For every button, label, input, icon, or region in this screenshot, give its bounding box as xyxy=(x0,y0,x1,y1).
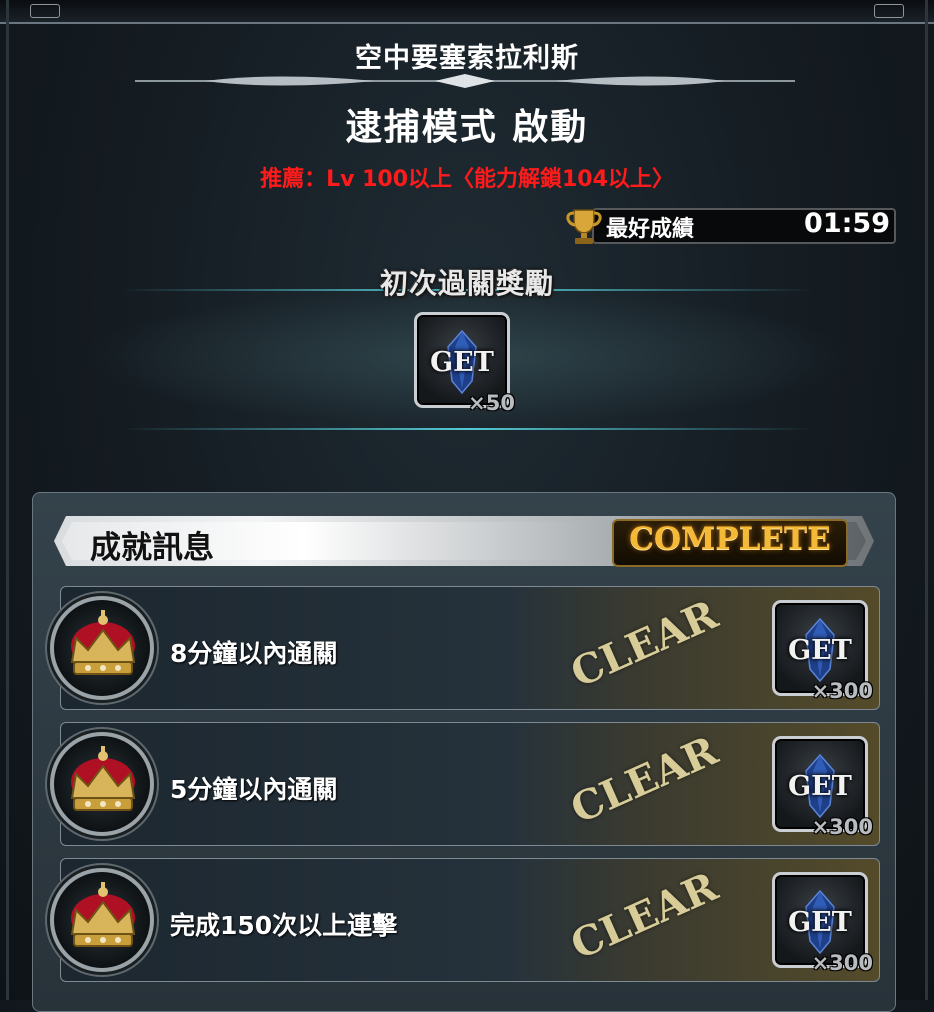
crown-icon xyxy=(70,882,136,947)
achievement-label: 5分鐘以內通關 xyxy=(170,775,338,804)
achievement-reward-tile[interactable]: GET ×300 xyxy=(772,736,873,839)
reward-get-text: GET xyxy=(430,347,494,378)
first-reward-tile[interactable]: GET ×50 xyxy=(414,312,515,415)
frame-ornament-right xyxy=(874,4,904,18)
frame-left-edge xyxy=(6,0,9,1000)
reward-quantity: ×300 xyxy=(811,679,873,703)
top-frame xyxy=(0,0,934,24)
trophy-icon xyxy=(566,209,602,244)
reward-get-text: GET xyxy=(788,771,852,802)
reward-get-text: GET xyxy=(788,907,852,938)
achievement-reward-tile[interactable]: GET ×300 xyxy=(772,872,873,975)
crown-medal xyxy=(50,596,154,700)
complete-text: COMPLETE xyxy=(629,521,831,557)
achievement-reward-tile[interactable]: GET ×300 xyxy=(772,600,873,703)
crown-medal xyxy=(50,868,154,972)
crown-medal xyxy=(50,732,154,836)
achievement-label: 8分鐘以內通關 xyxy=(170,639,338,668)
reward-quantity: ×300 xyxy=(811,951,873,975)
best-record-label: 最好成績 xyxy=(606,217,695,242)
mode-title: 逮捕模式 啟動 xyxy=(345,107,589,148)
stage-name: 空中要塞索拉利斯 xyxy=(355,43,579,74)
reward-get-text: GET xyxy=(788,635,852,666)
achievement-title: 成就訊息 xyxy=(90,530,214,566)
reward-quantity: ×300 xyxy=(811,815,873,839)
first-reward-title: 初次過關獎勵 xyxy=(379,267,554,300)
frame-ornament-left xyxy=(30,4,60,18)
reward-quantity: ×50 xyxy=(468,391,515,415)
band-line-bottom xyxy=(120,428,814,430)
ornament-divider xyxy=(135,74,795,88)
recommendation-text: 推薦：Lv 100以上〈能力解鎖104以上〉 xyxy=(260,167,674,192)
frame-right-edge xyxy=(925,0,928,1000)
crown-icon xyxy=(70,610,136,675)
best-record-time: 01:59 xyxy=(804,208,890,239)
achievement-label: 完成150次以上連擊 xyxy=(170,911,398,940)
crown-icon xyxy=(70,746,136,811)
